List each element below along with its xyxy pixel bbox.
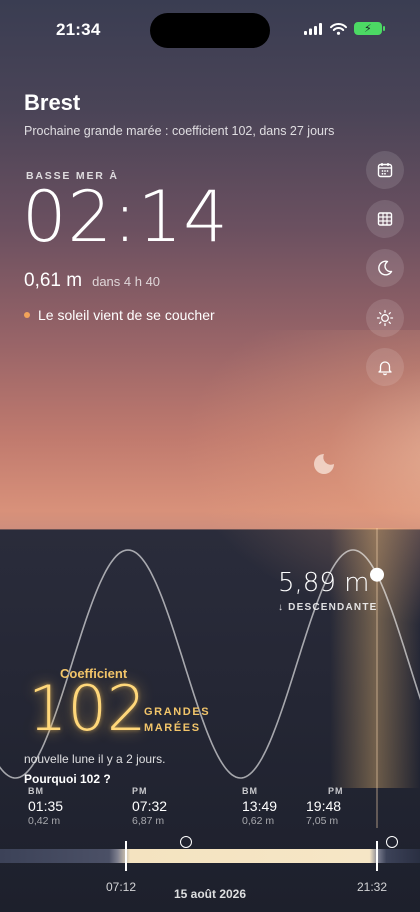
current-tide-dot[interactable]	[370, 567, 384, 582]
tide-kind: PM	[328, 786, 344, 796]
tide-time: 01:35	[28, 798, 64, 814]
daylight-timeline[interactable]	[0, 849, 420, 863]
next-tide-time: 02:14	[22, 176, 229, 258]
calendar-button[interactable]	[366, 151, 404, 189]
moon-button[interactable]	[366, 249, 404, 287]
crescent-moon-icon	[314, 454, 334, 474]
next-big-tide-text: Prochaine grande marée : coefficient 102…	[24, 124, 335, 138]
table-icon	[377, 212, 393, 226]
tide-height: 6,87 m	[132, 815, 165, 827]
tide-app-screen: 21:34 ⚡ Brest Prochaine grande marée : c…	[0, 0, 420, 912]
next-tide-countdown: dans 4 h 40	[92, 274, 161, 289]
tide-time: 19:48	[306, 798, 342, 814]
status-icons: ⚡	[304, 22, 385, 35]
current-height: 5,89 m	[278, 568, 370, 598]
now-glow	[330, 528, 420, 788]
coefficient-value: 102	[28, 672, 147, 745]
tide-times-row: BM 01:35 0,42 m PM 07:32 6,87 m BM 13:49…	[0, 786, 420, 834]
status-bar: 21:34 ⚡	[0, 0, 420, 60]
wifi-icon	[330, 22, 347, 35]
tide-kind: BM	[242, 786, 258, 796]
dynamic-island	[150, 13, 270, 48]
tide-height: 0,62 m	[242, 815, 275, 827]
city-title[interactable]: Brest	[24, 90, 80, 116]
timeline-marker-icon	[180, 836, 192, 848]
signal-icon	[304, 22, 322, 35]
next-tide-height-row: 0,61 m dans 4 h 40	[24, 270, 160, 292]
sunrise-tick	[125, 841, 127, 871]
coefficient-category: GRANDES MARÉES	[144, 706, 211, 734]
bell-icon	[378, 361, 392, 376]
sunset-tick	[376, 841, 378, 871]
why-coefficient-link[interactable]: Pourquoi 102 ?	[24, 772, 111, 786]
tide-time: 13:49	[242, 798, 278, 814]
sun-button[interactable]	[366, 299, 404, 337]
sun-status-text: Le soleil vient de se coucher	[38, 307, 215, 323]
tide-kind: BM	[28, 786, 44, 796]
timeline-date[interactable]: 15 août 2026	[0, 887, 420, 901]
next-tide-height: 0,61 m	[24, 270, 83, 291]
moon-phase-text: nouvelle lune il y a 2 jours.	[24, 752, 166, 766]
tide-height: 7,05 m	[306, 815, 339, 827]
tide-item[interactable]: PM 07:32 6,87 m	[132, 786, 167, 827]
table-button[interactable]	[366, 200, 404, 238]
tide-kind: PM	[132, 786, 148, 796]
status-time: 21:34	[56, 20, 101, 39]
current-direction: ↓ DESCENDANTE	[278, 602, 378, 613]
sun-status-dot	[24, 312, 30, 318]
tide-item[interactable]: BM 01:35 0,42 m	[28, 786, 63, 827]
sun-icon	[376, 309, 394, 327]
tide-item[interactable]: PM 19:48 7,05 m	[306, 786, 344, 827]
calendar-icon	[377, 163, 393, 178]
timeline-marker-icon	[386, 836, 398, 848]
tide-time: 07:32	[132, 798, 168, 814]
moon-icon	[378, 260, 393, 276]
battery-charging-icon: ⚡	[354, 22, 385, 35]
sun-status-row: Le soleil vient de se coucher	[24, 307, 215, 323]
tide-item[interactable]: BM 13:49 0,62 m	[242, 786, 277, 827]
tide-height: 0,42 m	[28, 815, 61, 827]
alerts-button[interactable]	[366, 348, 404, 386]
